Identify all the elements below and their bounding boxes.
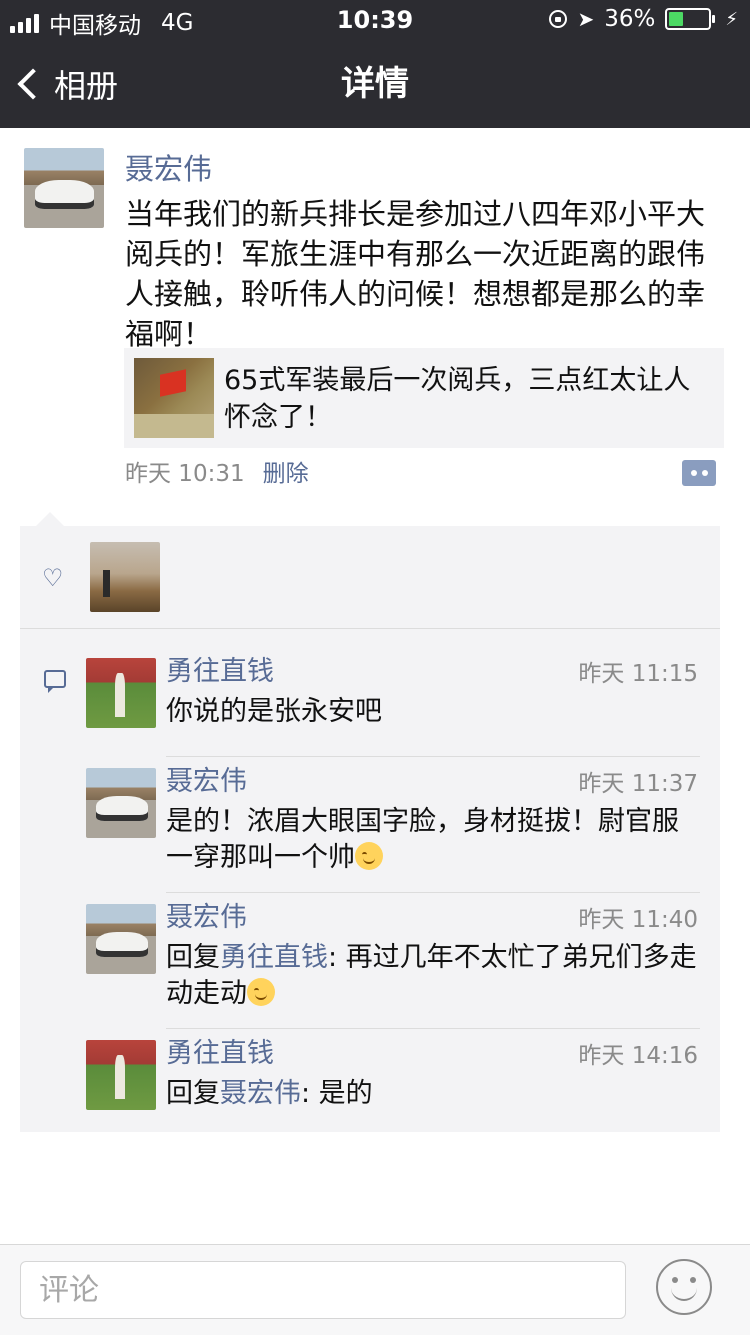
reply-prefix: 回复: [166, 1078, 220, 1109]
post-meta: 昨天 10:31 删除: [125, 458, 309, 490]
comment-item[interactable]: 聂宏伟 昨天 11:40 回复勇往直钱: 再过几年不太忙了弟兄们多走动走动: [86, 902, 700, 1028]
comment-time: 昨天 11:40: [578, 907, 698, 933]
battery-icon: [665, 8, 716, 30]
comment-item[interactable]: 聂宏伟 昨天 11:37 是的！浓眉大眼国字脸，身材挺拔！尉官服一穿那叫一个帅: [86, 766, 700, 892]
status-right: ➤ 36% ⚡: [549, 6, 738, 32]
battery-percent: 36%: [604, 6, 656, 32]
post-time: 昨天 10:31: [125, 461, 245, 487]
smile-emoji-icon: [355, 842, 383, 870]
comment-input[interactable]: [20, 1261, 626, 1319]
comment-item[interactable]: 勇往直钱 昨天 14:16 回复聂宏伟: 是的: [86, 1038, 700, 1128]
comment-body: 你说的是张永安吧: [166, 696, 382, 727]
comment-text: 你说的是张永安吧: [166, 694, 700, 730]
comment-time: 昨天 11:37: [578, 771, 698, 797]
interaction-panel: ♡ 勇往直钱 昨天 11:15 你说的是张永安吧 聂宏伟 昨天 11:37 是的…: [20, 526, 720, 1132]
author-avatar[interactable]: [24, 148, 104, 228]
commenter-avatar[interactable]: [86, 1040, 156, 1110]
commenter-avatar[interactable]: [86, 658, 156, 728]
shared-link-card[interactable]: 65式军装最后一次阅兵，三点红太让人怀念了！: [124, 348, 724, 448]
top-bar: 中国移动 4G 10:39 ➤ 36% ⚡ 相册 详情: [0, 0, 750, 128]
heart-icon: ♡: [42, 564, 64, 592]
comment-divider: [166, 1028, 700, 1029]
link-thumbnail: [134, 358, 214, 438]
comment-body: 是的！浓眉大眼国字脸，身材挺拔！尉官服一穿那叫一个帅: [166, 806, 679, 873]
commenter-name[interactable]: 聂宏伟: [166, 902, 247, 934]
liker-avatar[interactable]: [90, 542, 160, 612]
charging-icon: ⚡: [725, 8, 738, 30]
comment-divider: [166, 892, 700, 893]
comment-text: 回复勇往直钱: 再过几年不太忙了弟兄们多走动走动: [166, 940, 700, 1012]
comment-body: : 是的: [301, 1078, 373, 1109]
delete-button[interactable]: 删除: [263, 461, 309, 487]
comment-divider: [166, 756, 700, 757]
page-title: 详情: [341, 64, 409, 104]
reply-to-name[interactable]: 聂宏伟: [220, 1078, 301, 1109]
commenter-name[interactable]: 勇往直钱: [166, 656, 274, 688]
commenter-avatar[interactable]: [86, 768, 156, 838]
reply-prefix: 回复: [166, 942, 220, 973]
author-name[interactable]: 聂宏伟: [125, 146, 212, 188]
smile-emoji-icon: [247, 978, 275, 1006]
commenter-name[interactable]: 勇往直钱: [166, 1038, 274, 1070]
comment-time: 昨天 11:15: [578, 661, 698, 687]
comment-bar: [0, 1244, 750, 1335]
link-title: 65式军装最后一次阅兵，三点红太让人怀念了！: [224, 365, 691, 433]
comment-text: 回复聂宏伟: 是的: [166, 1076, 700, 1112]
comment-icon: [44, 670, 66, 693]
comment-text: 是的！浓眉大眼国字脸，身材挺拔！尉官服一穿那叫一个帅: [166, 804, 700, 876]
nav-bar: 相册 详情: [0, 40, 750, 128]
comment-item[interactable]: 勇往直钱 昨天 11:15 你说的是张永安吧: [86, 656, 700, 756]
commenter-avatar[interactable]: [86, 904, 156, 974]
emoji-button[interactable]: [656, 1259, 712, 1315]
panel-arrow: [36, 512, 64, 526]
more-actions-button[interactable]: [682, 460, 716, 486]
commenter-name[interactable]: 聂宏伟: [166, 766, 247, 798]
post-text: 当年我们的新兵排长是参加过八四年邓小平大阅兵的！军旅生涯中有那么一次近距离的跟伟…: [125, 197, 706, 351]
likes-row: ♡: [20, 526, 720, 629]
comment-time: 昨天 14:16: [578, 1043, 698, 1069]
orientation-lock-icon: [549, 10, 568, 28]
location-icon: ➤: [577, 7, 595, 31]
reply-to-name[interactable]: 勇往直钱: [220, 942, 328, 973]
status-bar: 中国移动 4G 10:39 ➤ 36% ⚡: [0, 0, 750, 40]
